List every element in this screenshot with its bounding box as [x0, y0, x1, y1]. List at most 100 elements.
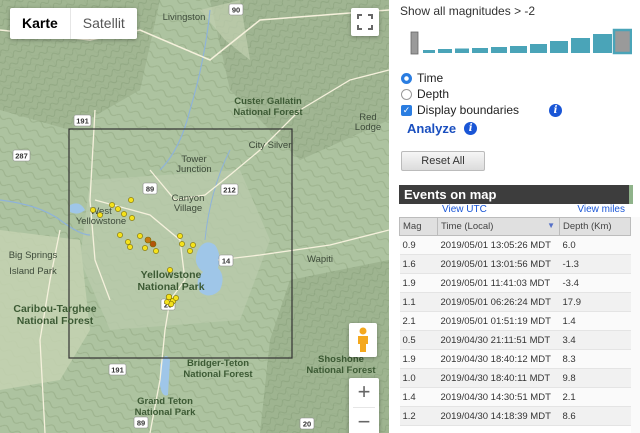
table-row[interactable]: 0.9 2019/05/01 13:05:26 MDT 6.0 — [399, 235, 631, 255]
quake-marker — [144, 236, 152, 244]
map-label-grand-teton: Grand Teton National Park — [135, 396, 196, 418]
table-row[interactable]: 1.2 2019/04/30 14:18:39 MDT 8.6 — [399, 406, 631, 426]
quake-marker — [164, 299, 170, 305]
map-label-island-park: Island Park — [9, 266, 57, 277]
quake-marker — [173, 295, 179, 301]
fullscreen-button[interactable] — [351, 8, 379, 36]
cell-depth: -3.4 — [559, 273, 631, 293]
sort-time-option[interactable]: Time — [401, 70, 562, 86]
display-boundaries-label: Display boundaries — [417, 103, 520, 117]
analyze-info-icon[interactable]: i — [464, 122, 478, 135]
cell-depth: 9.8 — [559, 368, 631, 388]
svg-text:89: 89 — [146, 185, 154, 194]
map-type-satellit-button[interactable]: Satellit — [71, 8, 137, 39]
view-miles-link[interactable]: View miles — [577, 204, 625, 215]
cell-time: 2019/04/30 21:11:51 MDT — [437, 330, 560, 350]
map-label-city-silver: City Silver — [249, 140, 292, 151]
pegman-icon — [358, 327, 368, 352]
sort-depth-option[interactable]: Depth — [401, 86, 562, 102]
cell-depth: -1.3 — [559, 254, 631, 274]
table-row[interactable]: 1.9 2019/05/01 11:41:03 MDT -3.4 — [399, 273, 631, 293]
table-row[interactable]: 1.9 2019/04/30 18:40:12 MDT 8.3 — [399, 349, 631, 369]
map-label-tower-junction: Tower Junction — [176, 154, 211, 175]
cell-mag: 1.1 — [399, 292, 438, 312]
route-shield-14: 14 — [218, 254, 234, 267]
zoom-control: + − — [349, 378, 379, 433]
map-label-wapiti: Wapiti — [307, 254, 333, 265]
magnitude-filter-title: Show all magnitudes > -2 — [400, 4, 536, 18]
cell-mag: 1.0 — [399, 368, 438, 388]
route-shield-89-south: 89 — [133, 416, 149, 429]
table-row[interactable]: 1.1 2019/05/01 06:26:24 MDT 17.9 — [399, 292, 631, 312]
table-row[interactable]: 1.6 2019/05/01 13:01:56 MDT -1.3 — [399, 254, 631, 274]
svg-text:89: 89 — [137, 419, 145, 428]
column-header-time-label: Time (Local) — [441, 221, 494, 232]
quake-marker — [177, 233, 183, 239]
zoom-in-button[interactable]: + — [349, 378, 379, 407]
svg-text:90: 90 — [232, 6, 240, 15]
analyze-link[interactable]: Analyze — [407, 121, 456, 136]
cell-time: 2019/04/30 14:30:51 MDT — [437, 387, 560, 407]
route-shield-20-east: 20 — [299, 417, 315, 430]
quake-marker — [149, 240, 157, 248]
sort-descending-icon: ▼ — [547, 221, 555, 230]
terrain-map[interactable]: Livingston Custer Gallatin National Fores… — [0, 0, 389, 433]
route-shield-191-north: 191 — [73, 114, 92, 127]
map-type-karte-button[interactable]: Karte — [10, 8, 71, 39]
quake-marker — [128, 197, 134, 203]
route-shield-212: 212 — [220, 183, 239, 196]
boundaries-info-icon[interactable]: i — [549, 103, 563, 117]
route-shield-89: 89 — [142, 182, 158, 195]
table-row[interactable]: 0.5 2019/04/30 21:11:51 MDT 3.4 — [399, 330, 631, 350]
column-header-time[interactable]: Time (Local) ▼ — [437, 217, 560, 236]
route-shield-287: 287 — [12, 149, 31, 162]
svg-text:20: 20 — [303, 420, 311, 429]
table-row[interactable]: 1.0 2019/04/30 18:40:11 MDT 9.8 — [399, 368, 631, 388]
svg-text:191: 191 — [76, 117, 89, 126]
quake-marker — [190, 242, 196, 248]
cell-mag: 1.6 — [399, 254, 438, 274]
column-header-depth[interactable]: Depth (Km) — [559, 217, 631, 236]
cell-depth: 8.6 — [559, 406, 631, 426]
cell-depth: 6.0 — [559, 235, 631, 255]
reset-all-button[interactable]: Reset All — [401, 151, 485, 171]
table-row[interactable]: 2.1 2019/05/01 01:51:19 MDT 1.4 — [399, 311, 631, 331]
quake-marker — [167, 267, 173, 273]
cell-depth: 3.4 — [559, 330, 631, 350]
cell-mag: 0.5 — [399, 330, 438, 350]
map-view[interactable]: Livingston Custer Gallatin National Fores… — [0, 0, 389, 433]
time-radio-label: Time — [417, 71, 444, 85]
cell-time: 2019/04/30 18:40:12 MDT — [437, 349, 560, 369]
cell-depth: 17.9 — [559, 292, 631, 312]
cell-mag: 1.2 — [399, 406, 438, 426]
depth-radio[interactable] — [401, 88, 412, 100]
cell-time: 2019/04/30 14:18:39 MDT — [437, 406, 560, 426]
quake-marker — [127, 244, 133, 250]
cell-mag: 1.9 — [399, 349, 438, 369]
svg-text:191: 191 — [111, 366, 124, 375]
time-radio[interactable] — [401, 72, 412, 84]
quake-marker — [97, 212, 103, 218]
svg-text:212: 212 — [223, 186, 236, 195]
street-view-pegman-button[interactable] — [349, 323, 377, 357]
cell-time: 2019/05/01 13:01:56 MDT — [437, 254, 560, 274]
options-group: Time Depth ✓ Display boundaries i — [401, 70, 563, 118]
quake-marker — [179, 241, 185, 247]
zoom-out-button[interactable]: − — [349, 408, 379, 433]
display-boundaries-checkbox[interactable]: ✓ — [401, 104, 412, 116]
magnitude-slider[interactable] — [407, 24, 632, 64]
svg-text:287: 287 — [15, 152, 28, 161]
map-label-bridger-teton: Bridger-Teton National Forest — [183, 358, 253, 380]
display-boundaries-option[interactable]: ✓ Display boundaries i — [401, 102, 563, 118]
column-header-mag[interactable]: Mag — [399, 217, 438, 236]
view-utc-link[interactable]: View UTC — [442, 204, 487, 215]
quake-marker — [90, 207, 96, 213]
route-shield-191-south: 191 — [108, 363, 127, 376]
magnitude-slider-handle — [410, 31, 419, 55]
view-links: View UTC View miles — [399, 204, 631, 218]
quake-marker — [117, 232, 123, 238]
quake-marker — [153, 248, 159, 254]
table-row[interactable]: 1.4 2019/04/30 14:30:51 MDT 2.1 — [399, 387, 631, 407]
quake-marker — [129, 215, 135, 221]
cell-time: 2019/05/01 11:41:03 MDT — [437, 273, 560, 293]
